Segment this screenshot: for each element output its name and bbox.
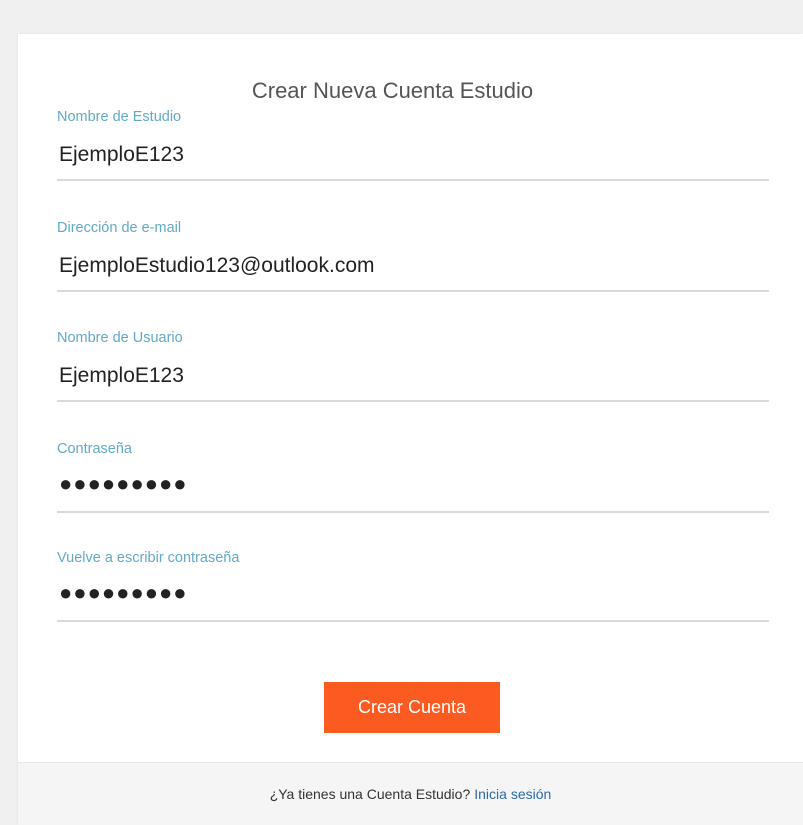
email-underline: [57, 290, 769, 292]
footer-prompt: ¿Ya tienes una Cuenta Estudio?: [269, 786, 471, 802]
studio-name-underline: [57, 179, 769, 181]
username-input[interactable]: EjemploE123: [59, 364, 184, 388]
confirm-password-label: Vuelve a escribir contraseña: [57, 550, 240, 566]
password-underline: [57, 511, 769, 513]
create-account-button[interactable]: Crear Cuenta: [324, 682, 500, 733]
studio-name-label: Nombre de Estudio: [57, 109, 182, 125]
email-input[interactable]: EjemploEstudio123@outlook.com: [59, 254, 375, 278]
signup-card: Crear Nueva Cuenta Estudio Nombre de Est…: [18, 34, 803, 825]
confirm-password-input[interactable]: ●●●●●●●●●: [59, 580, 188, 606]
email-label: Dirección de e-mail: [57, 220, 182, 236]
login-link[interactable]: Inicia sesión: [474, 786, 551, 802]
studio-name-input[interactable]: EjemploE123: [59, 143, 184, 167]
footer: ¿Ya tienes una Cuenta Estudio? Inicia se…: [18, 762, 803, 825]
username-label: Nombre de Usuario: [57, 330, 183, 346]
form-title: Crear Nueva Cuenta Estudio: [251, 78, 534, 103]
page: Crear Nueva Cuenta Estudio Nombre de Est…: [0, 0, 803, 825]
password-input[interactable]: ●●●●●●●●●: [59, 471, 188, 497]
confirm-password-underline: [57, 620, 769, 622]
password-label: Contraseña: [57, 441, 132, 457]
username-underline: [57, 400, 769, 402]
